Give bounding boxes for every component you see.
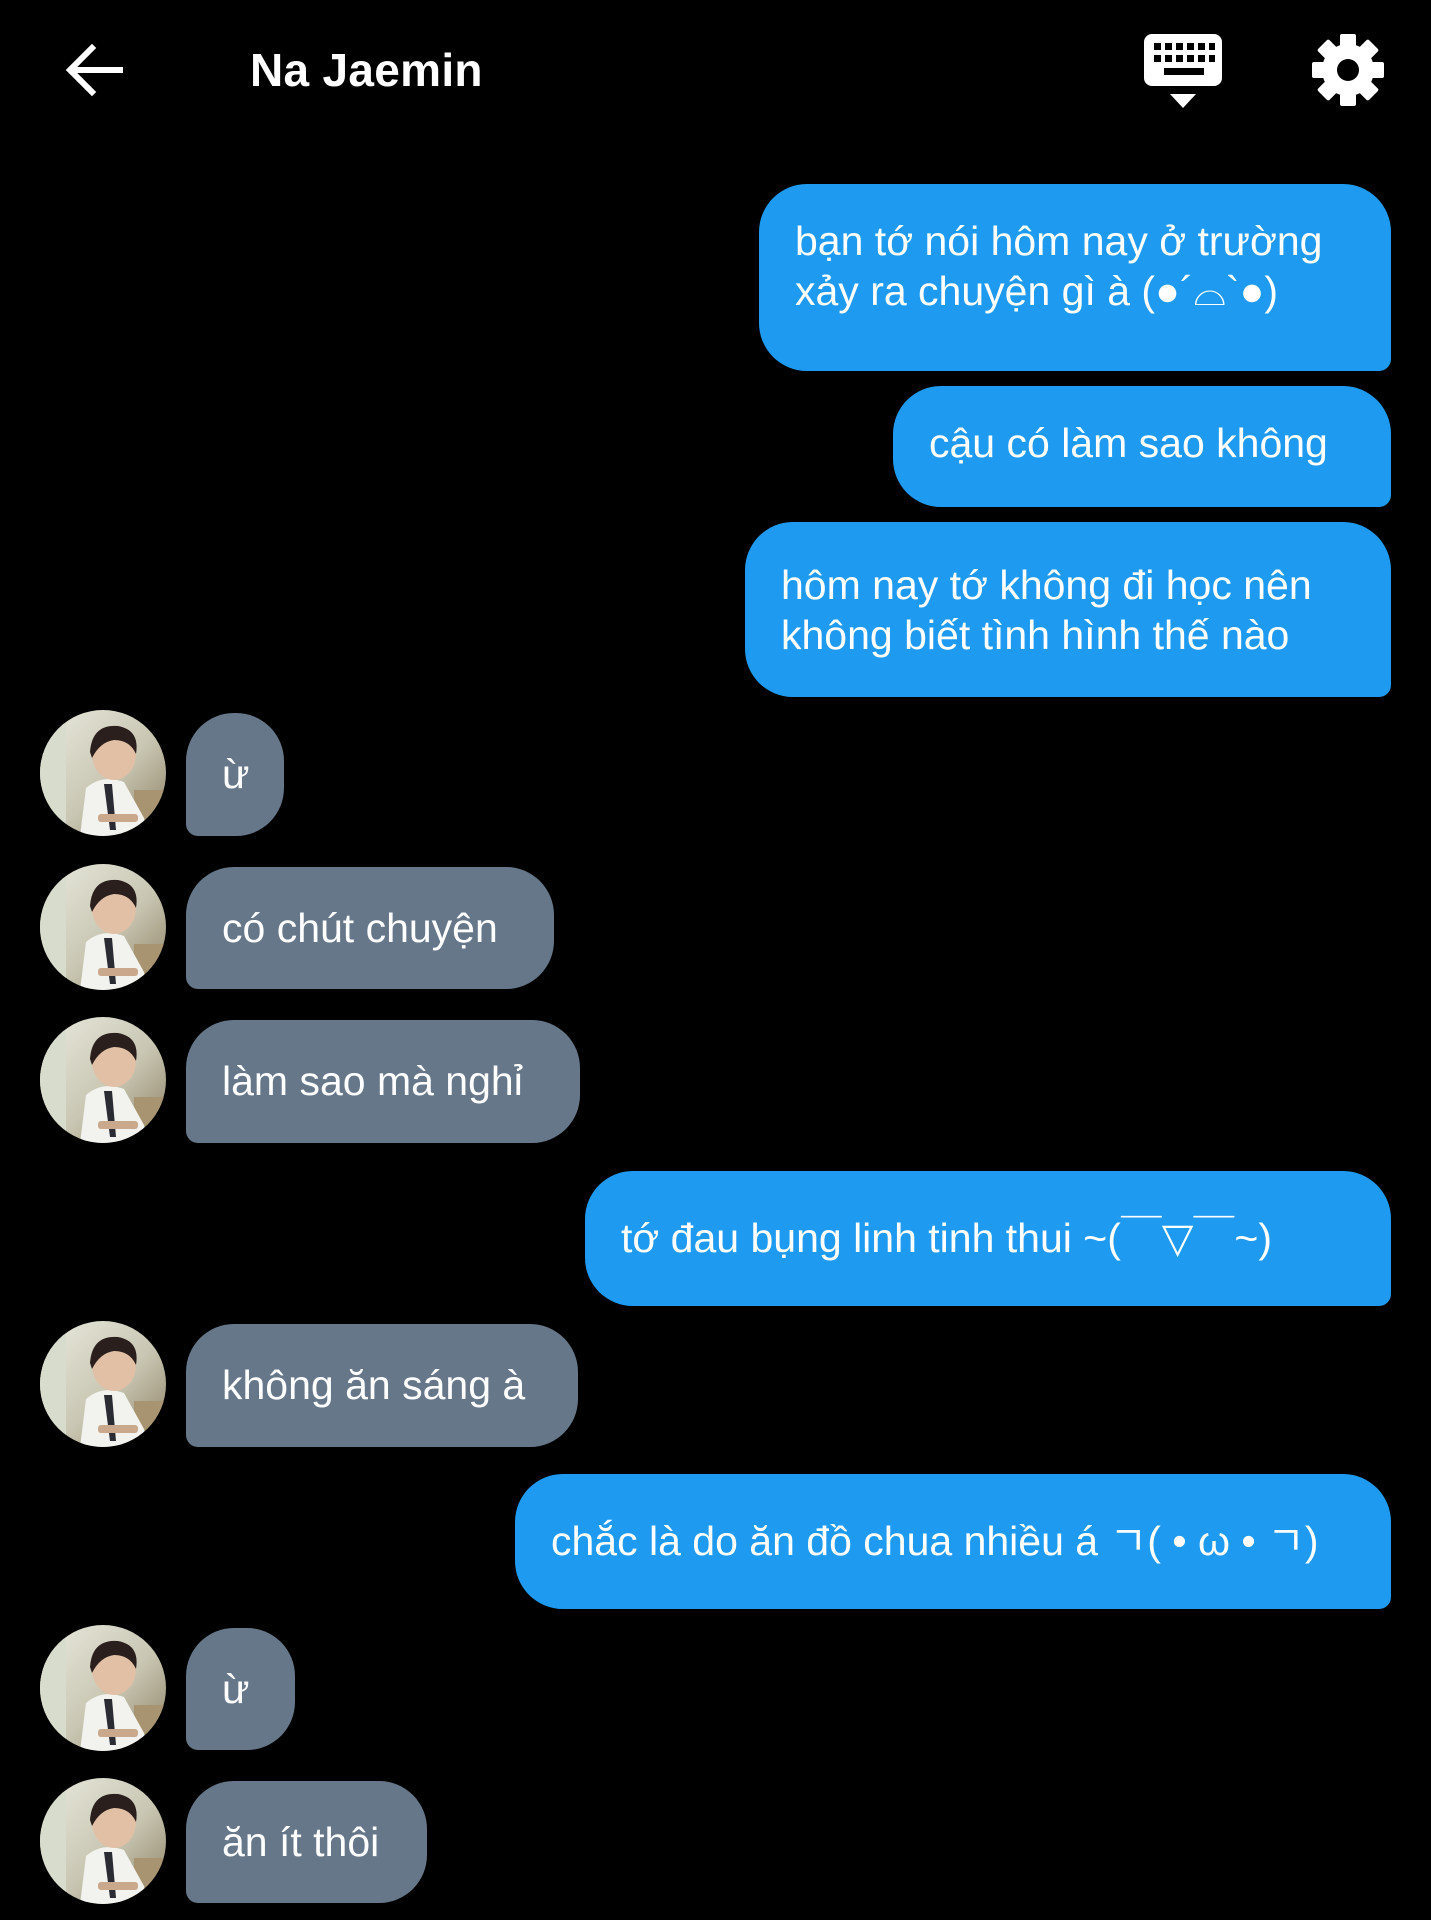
message-bubble-outgoing[interactable]: tớ đau bụng linh tinh thui ~(￣▽￣~) xyxy=(585,1171,1391,1306)
message-bubble-incoming[interactable]: có chút chuyện xyxy=(186,867,554,989)
avatar-image xyxy=(40,1321,166,1447)
message-bubble-outgoing[interactable]: bạn tớ nói hôm nay ở trường xảy ra chuyệ… xyxy=(759,184,1391,371)
arrow-left-icon xyxy=(65,43,123,97)
message-bubble-incoming[interactable]: làm sao mà nghỉ xyxy=(186,1020,580,1143)
message-bubble-incoming[interactable]: ừ xyxy=(186,1628,295,1750)
settings-button[interactable] xyxy=(1308,30,1388,110)
back-button[interactable] xyxy=(56,32,132,108)
message-bubble-incoming[interactable]: không ăn sáng à xyxy=(186,1324,578,1447)
gear-icon xyxy=(1312,34,1384,106)
avatar-image xyxy=(40,1778,166,1904)
avatar[interactable] xyxy=(40,1778,166,1904)
message-bubble-incoming[interactable]: ăn ít thôi xyxy=(186,1781,427,1903)
message-bubble-outgoing[interactable]: cậu có làm sao không xyxy=(893,386,1391,507)
message-bubble-outgoing[interactable]: chắc là do ăn đồ chua nhiều á ㄱ( • ω • ㄱ… xyxy=(515,1474,1391,1609)
message-bubble-outgoing[interactable]: hôm nay tớ không đi học nên không biết t… xyxy=(745,522,1391,697)
keyboard-button[interactable] xyxy=(1140,30,1226,114)
keyboard-icon xyxy=(1144,34,1222,108)
avatar-image xyxy=(40,864,166,990)
message-bubble-incoming[interactable]: ừ xyxy=(186,713,284,836)
avatar[interactable] xyxy=(40,710,166,836)
avatar-image xyxy=(40,1625,166,1751)
contact-name: Na Jaemin xyxy=(250,44,483,96)
avatar-image xyxy=(40,1017,166,1143)
avatar[interactable] xyxy=(40,1017,166,1143)
avatar[interactable] xyxy=(40,1321,166,1447)
avatar-image xyxy=(40,710,166,836)
avatar[interactable] xyxy=(40,864,166,990)
avatar[interactable] xyxy=(40,1625,166,1751)
chat-header: Na Jaemin xyxy=(0,0,1431,140)
